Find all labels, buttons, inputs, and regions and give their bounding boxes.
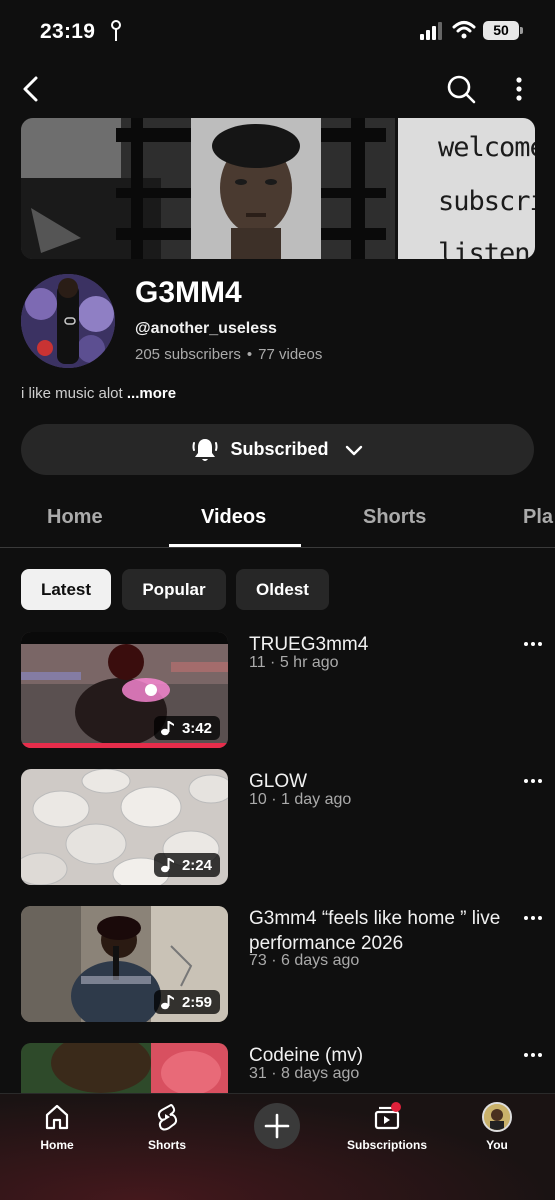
duration-badge: 2:24: [153, 853, 220, 877]
video-thumbnail[interactable]: 2:24: [21, 769, 228, 885]
subscriptions-icon: [374, 1102, 401, 1130]
banner-sign-line: welcome: [438, 132, 535, 163]
duration-text: 2:24: [181, 856, 212, 874]
channel-description[interactable]: i like music alot ...more: [21, 385, 176, 402]
video-thumbnail[interactable]: 3:42: [21, 632, 228, 748]
nav-subscriptions[interactable]: Subscriptions: [342, 1102, 432, 1152]
nav-subscriptions-label: Subscriptions: [346, 1138, 427, 1152]
wifi-icon: [452, 21, 476, 39]
banner-sign-line: listen: [438, 238, 531, 259]
channel-avatar[interactable]: [21, 274, 115, 368]
video-more-options-button[interactable]: [520, 634, 546, 660]
you-avatar: [482, 1102, 512, 1132]
video-more-options-button[interactable]: [520, 1045, 546, 1071]
video-meta: 31 · 8 days ago: [249, 1065, 360, 1082]
status-time: 23:19: [40, 20, 96, 43]
chip-latest[interactable]: Latest: [21, 569, 111, 610]
channel-stats: 205 subscribers • 77 videos: [135, 346, 322, 363]
video-item[interactable]: 3:42 TRUEG3mm4 11 · 5 hr ago: [0, 632, 555, 752]
video-item[interactable]: 2:59 G3mm4 “feels like home ” live perfo…: [0, 906, 555, 1026]
battery-level: 50: [493, 22, 509, 38]
tab-videos[interactable]: Videos: [201, 506, 266, 529]
subscriber-count: 205 subscribers: [135, 346, 241, 363]
avatar-image: [21, 274, 115, 368]
nav-shorts[interactable]: Shorts: [122, 1102, 212, 1152]
watch-progress-bar: [21, 743, 228, 748]
active-tab-indicator: [169, 544, 301, 547]
bell-icon: [192, 438, 218, 461]
video-more-options-button[interactable]: [520, 908, 546, 934]
duration-badge: 3:42: [153, 716, 220, 740]
banner-sign-line: subscrib: [438, 186, 535, 217]
video-item[interactable]: 2:24 GLOW 10 · 1 day ago: [0, 769, 555, 889]
more-link[interactable]: ...more: [127, 385, 176, 402]
video-more-options-button[interactable]: [520, 771, 546, 797]
subscribed-button[interactable]: Subscribed: [21, 424, 534, 475]
nav-home-label: Home: [40, 1138, 74, 1152]
nav-you-label: You: [486, 1138, 508, 1152]
channel-name: G3MM4: [135, 276, 242, 309]
banner-sign: welcome subscrib listen: [395, 118, 535, 259]
duration-text: 2:59: [181, 993, 212, 1011]
stats-separator: •: [246, 346, 253, 363]
music-note-icon: [160, 995, 174, 1010]
you-avatar-image: [484, 1104, 510, 1130]
bottom-nav: Home Shorts Subscriptions You: [0, 1093, 555, 1200]
nav-home[interactable]: Home: [12, 1102, 102, 1152]
video-count: 77 videos: [258, 346, 323, 363]
channel-tabs: Home Videos Shorts Pla: [0, 498, 555, 548]
back-button[interactable]: [14, 72, 48, 106]
video-meta: 73 · 6 days ago: [249, 952, 360, 969]
location-pin-icon: [111, 20, 121, 41]
nav-you[interactable]: You: [452, 1102, 542, 1152]
duration-text: 3:42: [181, 719, 212, 737]
battery-icon: 50: [483, 21, 523, 40]
video-meta: 10 · 1 day ago: [249, 791, 352, 808]
chevron-down-icon: [345, 445, 362, 455]
video-thumbnail[interactable]: 2:59: [21, 906, 228, 1022]
duration-badge: 2:59: [153, 990, 220, 1014]
notification-dot: [391, 1102, 401, 1112]
music-note-icon: [160, 721, 174, 736]
search-button[interactable]: [444, 72, 478, 106]
description-text: i like music alot: [21, 385, 123, 402]
video-meta: 11 · 5 hr ago: [249, 654, 339, 671]
create-button[interactable]: [254, 1103, 300, 1149]
chip-popular[interactable]: Popular: [122, 569, 226, 610]
tab-shorts[interactable]: Shorts: [363, 506, 426, 529]
more-options-button[interactable]: [504, 72, 534, 106]
status-bar: 23:19 50: [0, 0, 555, 60]
video-title[interactable]: G3mm4 “feels like home ” live performanc…: [249, 906, 509, 956]
tab-playlists[interactable]: Pla: [523, 506, 553, 529]
chip-oldest[interactable]: Oldest: [236, 569, 329, 610]
nav-shorts-label: Shorts: [147, 1138, 186, 1152]
tab-home[interactable]: Home: [47, 506, 103, 529]
plus-icon: [264, 1113, 290, 1139]
music-note-icon: [160, 858, 174, 873]
home-icon: [45, 1104, 69, 1130]
channel-banner: welcome subscrib listen: [21, 118, 535, 259]
channel-handle: @another_useless: [135, 320, 277, 337]
cellular-signal-icon: [420, 22, 442, 40]
subscribed-label: Subscribed: [230, 439, 329, 459]
shorts-icon: [157, 1103, 178, 1131]
